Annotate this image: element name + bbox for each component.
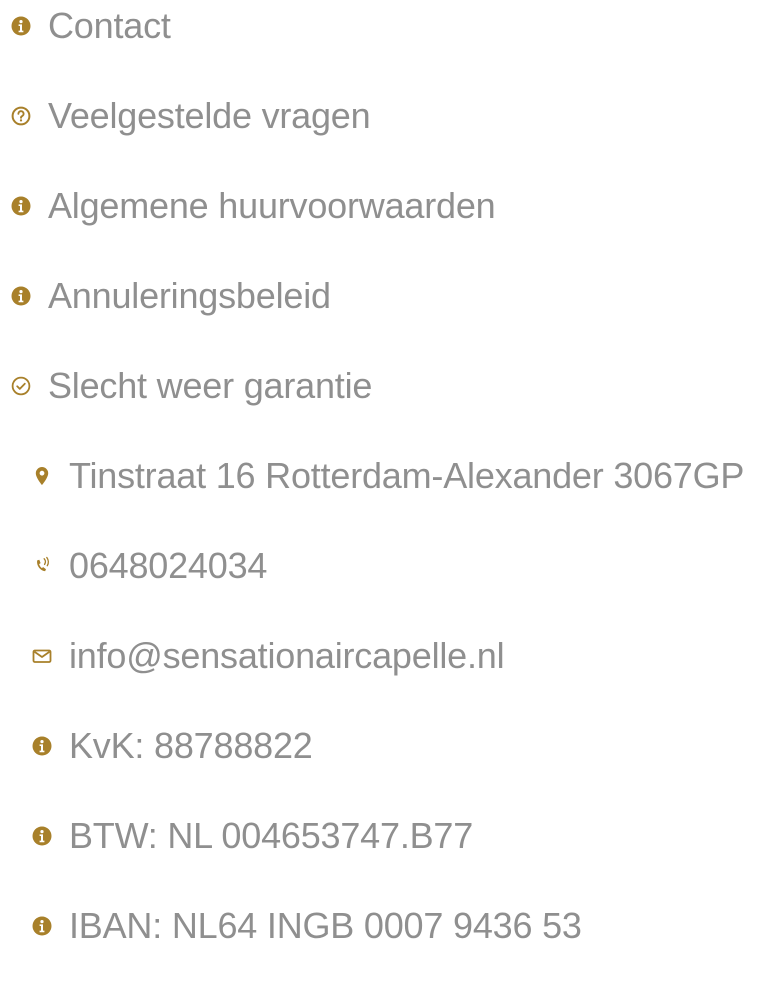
address-text: Tinstraat 16 Rotterdam-Alexander 3067GP bbox=[69, 455, 745, 496]
cancellation-policy-link[interactable]: Annuleringsbeleid bbox=[10, 274, 496, 318]
info-icon bbox=[10, 285, 32, 307]
faq-link[interactable]: Veelgestelde vragen bbox=[10, 94, 496, 138]
bad-weather-guarantee-link[interactable]: Slecht weer garantie bbox=[10, 364, 496, 408]
iban-item: IBAN: NL64 INGB 0007 9436 53 bbox=[31, 904, 744, 948]
contact-link[interactable]: Contact bbox=[10, 4, 496, 48]
phone-link[interactable]: 0648024034 bbox=[31, 544, 744, 588]
info-icon bbox=[31, 735, 53, 757]
terms-link-label: Algemene huurvoorwaarden bbox=[48, 185, 496, 226]
cancellation-policy-link-label: Annuleringsbeleid bbox=[48, 275, 331, 316]
address-item: Tinstraat 16 Rotterdam-Alexander 3067GP bbox=[31, 454, 744, 498]
check-circle-icon bbox=[10, 375, 32, 397]
info-icon bbox=[31, 915, 53, 937]
kvk-item: KvK: 88788822 bbox=[31, 724, 744, 768]
contact-link-label: Contact bbox=[48, 5, 171, 46]
info-icon bbox=[31, 825, 53, 847]
bad-weather-guarantee-link-label: Slecht weer garantie bbox=[48, 365, 373, 406]
phone-icon bbox=[31, 555, 53, 577]
info-icon bbox=[10, 195, 32, 217]
map-marker-icon bbox=[31, 465, 53, 487]
btw-item: BTW: NL 004653747.B77 bbox=[31, 814, 744, 858]
contact-details-list: Tinstraat 16 Rotterdam-Alexander 3067GP … bbox=[31, 454, 744, 994]
email-address: info@sensationaircapelle.nl bbox=[69, 635, 505, 676]
btw-number: BTW: NL 004653747.B77 bbox=[69, 815, 474, 856]
footer-links-list: Contact Veelgestelde vragen Algemene huu… bbox=[10, 4, 496, 454]
terms-link[interactable]: Algemene huurvoorwaarden bbox=[10, 184, 496, 228]
question-circle-icon bbox=[10, 105, 32, 127]
envelope-icon bbox=[31, 645, 53, 667]
phone-number: 0648024034 bbox=[69, 545, 268, 586]
info-icon bbox=[10, 15, 32, 37]
kvk-number: KvK: 88788822 bbox=[69, 725, 313, 766]
faq-link-label: Veelgestelde vragen bbox=[48, 95, 371, 136]
iban-number: IBAN: NL64 INGB 0007 9436 53 bbox=[69, 905, 582, 946]
email-link[interactable]: info@sensationaircapelle.nl bbox=[31, 634, 744, 678]
